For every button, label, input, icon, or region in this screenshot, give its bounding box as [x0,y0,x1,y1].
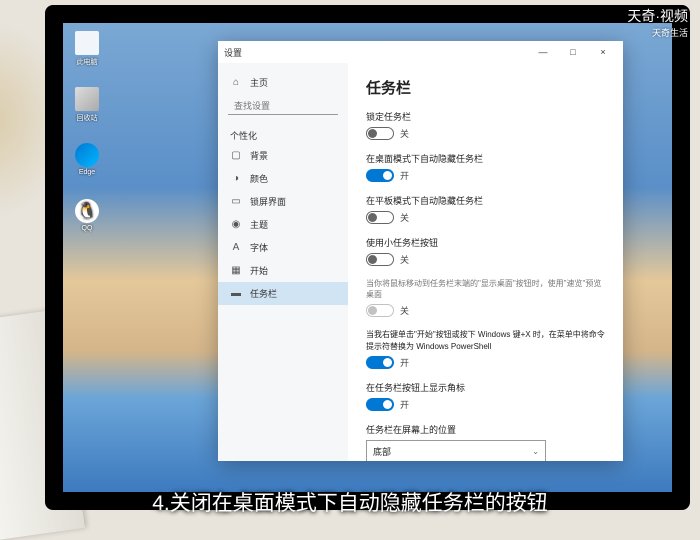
toggle-small-buttons[interactable] [366,253,394,266]
dropdown-position[interactable]: 底部 ⌄ [366,440,546,461]
chevron-down-icon: ⌄ [532,447,539,456]
lockscreen-icon: ▭ [230,196,242,207]
setting-badges: 在任务栏按钮上显示角标 开 [366,381,605,411]
toggle-peek [366,304,394,317]
sidebar-category: 个性化 [218,123,348,144]
content-panel: 任务栏 锁定任务栏 关 在桌面模式下自动隐藏任务栏 开 在平板模式下自动隐藏任务… [348,63,623,461]
setting-autohide-desktop: 在桌面模式下自动隐藏任务栏 开 [366,152,605,182]
sidebar-item-taskbar[interactable]: ▬任务栏 [218,282,348,305]
sidebar-item-background[interactable]: ▢背景 [218,144,348,167]
background-icon: ▢ [230,150,242,161]
colors-icon: ◑ [230,173,242,184]
desktop-icon-pc[interactable]: 此电脑 [71,31,103,73]
fonts-icon: A [230,242,242,253]
themes-icon: ◉ [230,219,242,230]
desktop-icons: 此电脑 回收站 Edge 🐧QQ [71,31,103,241]
watermark: 天奇·视频 天奇生活 [627,6,688,39]
setting-small-buttons: 使用小任务栏按钮 关 [366,236,605,266]
toggle-autohide-tablet[interactable] [366,211,394,224]
watermark-brand: 天奇·视频 [627,8,688,24]
minimize-button[interactable]: — [529,43,557,61]
setting-autohide-tablet: 在平板模式下自动隐藏任务栏 关 [366,194,605,224]
sidebar-item-lockscreen[interactable]: ▭锁屏界面 [218,190,348,213]
toggle-lock-taskbar[interactable] [366,127,394,140]
maximize-button[interactable]: □ [559,43,587,61]
close-button[interactable]: × [589,43,617,61]
setting-position: 任务栏在屏幕上的位置 底部 ⌄ [366,423,605,461]
desktop-icon-qq[interactable]: 🐧QQ [71,199,103,241]
sidebar-item-themes[interactable]: ◉主题 [218,213,348,236]
home-icon: ⌂ [230,77,242,88]
start-icon: ▦ [230,265,242,276]
toggle-powershell[interactable] [366,356,394,369]
settings-window: 设置 — □ × ⌂ 主页 个性化 ▢背景 ◑颜色 ▭锁屏界面 ◉主题 A字体 … [218,41,623,461]
desktop-icon-edge[interactable]: Edge [71,143,103,185]
setting-powershell: 当我右键单击"开始"按钮或按下 Windows 键+X 时，在菜单中将命令提示符… [366,329,605,368]
sidebar-item-colors[interactable]: ◑颜色 [218,167,348,190]
sidebar-item-start[interactable]: ▦开始 [218,259,348,282]
sidebar-home[interactable]: ⌂ 主页 [218,71,348,94]
search-input[interactable] [228,98,338,115]
sidebar: ⌂ 主页 个性化 ▢背景 ◑颜色 ▭锁屏界面 ◉主题 A字体 ▦开始 ▬任务栏 [218,63,348,461]
titlebar[interactable]: 设置 — □ × [218,41,623,63]
page-title: 任务栏 [366,77,605,98]
desktop-icon-recycle[interactable]: 回收站 [71,87,103,129]
desktop-screen[interactable]: 此电脑 回收站 Edge 🐧QQ 设置 — □ × ⌂ 主页 个性化 ▢背景 ◑… [63,23,672,492]
sidebar-item-fonts[interactable]: A字体 [218,236,348,259]
taskbar-icon: ▬ [230,288,242,299]
setting-peek: 当你将鼠标移动到任务栏末端的"显示桌面"按钮时，使用"速览"预览桌面 关 [366,278,605,317]
setting-lock-taskbar: 锁定任务栏 关 [366,110,605,140]
toggle-badges[interactable] [366,398,394,411]
window-title: 设置 [224,46,242,59]
watermark-sub: 天奇生活 [627,26,688,39]
toggle-autohide-desktop[interactable] [366,169,394,182]
video-caption: 4.关闭在桌面模式下自动隐藏任务栏的按钮 [0,487,700,517]
tablet-frame: 此电脑 回收站 Edge 🐧QQ 设置 — □ × ⌂ 主页 个性化 ▢背景 ◑… [45,5,690,510]
